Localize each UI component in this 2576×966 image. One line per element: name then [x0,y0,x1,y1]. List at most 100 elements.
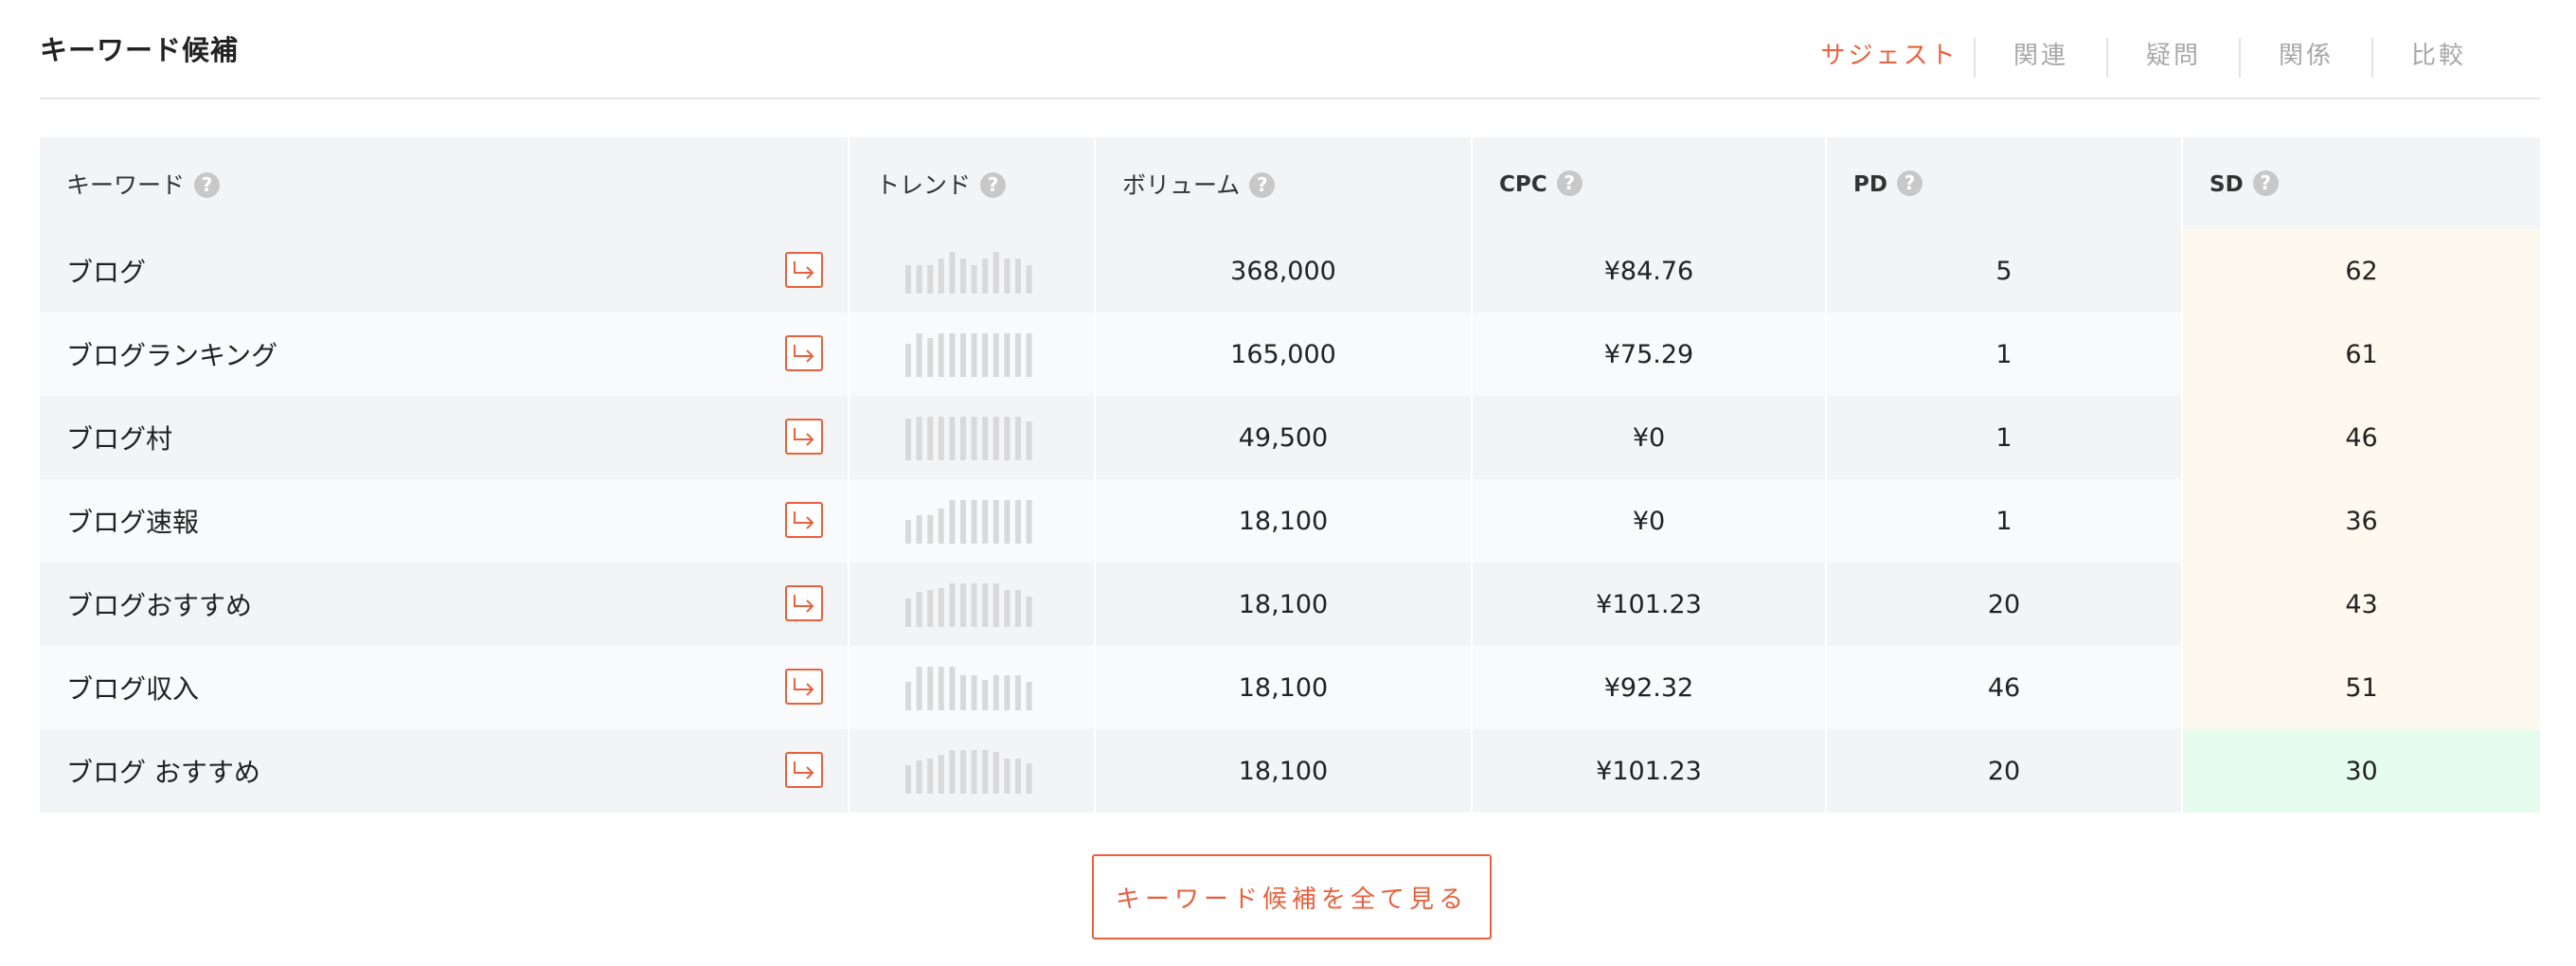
table-row: ブログ 368,000 ¥84.76 5 62 [40,229,2540,313]
trend-cell [849,313,1096,396]
trend-bar [949,417,956,460]
trend-bar [916,760,922,794]
trend-bar [905,765,911,794]
trend-bar [1015,759,1021,794]
sd-cell: 62 [2182,229,2540,313]
arrow-turn-right-icon[interactable] [785,669,823,705]
cpc-cell: ¥0 [1472,479,1827,563]
trend-bar [1004,675,1011,710]
trend-bar [927,590,934,627]
trend-bar [1004,333,1011,377]
trend-bar [1026,265,1032,294]
trend-bar [993,417,999,460]
table-row: ブログランキング 165,000 ¥75.29 1 61 [40,313,2540,396]
cpc-cell: ¥101.23 [1472,729,1827,813]
trend-bar [1015,333,1021,377]
trend-bar [1004,500,1011,544]
trend-bar [971,675,977,710]
volume-cell: 18,100 [1095,563,1473,646]
trend-sparkline [905,333,1032,377]
trend-bar [993,252,999,294]
tab-relations[interactable]: 関係 [2239,38,2371,78]
cpc-cell: ¥92.32 [1472,646,1827,729]
pd-cell: 1 [1826,479,2183,563]
trend-bar [1026,421,1032,460]
keyword-text[interactable]: ブログ [66,257,146,288]
keyword-text[interactable]: ブログ収入 [66,673,199,705]
tab-compare[interactable]: 比較 [2371,38,2504,78]
help-icon[interactable]: ? [2252,170,2279,196]
volume-cell: 368,000 [1095,229,1473,313]
col-header-trend: トレンド? [849,137,1096,229]
trend-bar [1015,500,1021,544]
arrow-turn-right-icon[interactable] [785,585,823,621]
volume-cell: 49,500 [1095,396,1473,479]
trend-bar [938,333,944,377]
tab-related[interactable]: 関連 [1974,38,2106,78]
trend-cell [849,563,1096,646]
keyword-text[interactable]: ブログおすすめ [66,590,252,621]
tab-suggest[interactable]: サジェスト [1805,38,1974,78]
trend-bar [916,515,922,544]
arrow-turn-right-icon[interactable] [785,752,823,788]
help-icon[interactable]: ? [1896,170,1923,196]
help-icon[interactable]: ? [1556,170,1583,196]
trend-bar [982,417,989,460]
trend-bar [938,259,944,294]
col-header-pd: PD? [1826,137,2183,229]
table-row: ブログ村 49,500 ¥0 1 46 [40,396,2540,479]
table-row: ブログおすすめ 18,100 ¥101.23 20 43 [40,563,2540,646]
trend-bar [993,752,999,794]
col-header-label: CPC [1499,171,1547,197]
trend-bar [905,265,911,294]
trend-bar [916,265,922,294]
col-header-label: SD [2209,171,2244,197]
trend-bar [1004,590,1011,627]
view-all-keywords-button[interactable]: キーワード候補を全て見る [1092,854,1492,939]
keyword-text[interactable]: ブログ村 [66,423,172,455]
help-icon[interactable]: ? [1249,171,1276,198]
help-icon[interactable]: ? [194,171,221,198]
keyword-text[interactable]: ブログランキング [66,340,277,371]
keyword-cell: ブログ収入 [40,646,850,729]
keyword-suggestions-panel: キーワード候補 サジェスト 関連 疑問 関係 比較 キーワード? トレンド? ボ… [0,0,2576,966]
trend-bar [949,750,956,794]
tab-questions[interactable]: 疑問 [2106,38,2239,78]
arrow-turn-right-icon[interactable] [785,252,823,288]
trend-bar [1026,682,1032,710]
trend-bar [960,500,966,544]
keyword-text[interactable]: ブログ おすすめ [66,757,260,788]
pd-cell: 46 [1826,646,2183,729]
col-header-label: トレンド [876,170,972,199]
keyword-text[interactable]: ブログ速報 [66,507,199,538]
help-icon[interactable]: ? [980,171,1007,198]
trend-bar [982,680,989,710]
trend-bar [993,500,999,544]
trend-bar [949,500,956,544]
trend-bar [938,755,944,794]
arrow-turn-right-icon[interactable] [785,335,823,371]
trend-bar [971,750,977,794]
trend-bar [982,259,989,294]
trend-bar [916,592,922,627]
trend-bar [1004,417,1011,460]
trend-bar [927,265,934,294]
trend-bar [1026,333,1032,377]
trend-bar [938,588,944,627]
trend-bar [927,667,934,710]
trend-bar [938,509,944,544]
trend-sparkline [905,500,1032,544]
trend-bar [1026,500,1032,544]
trend-bar [938,417,944,460]
tab-bar: サジェスト 関連 疑問 関係 比較 [1805,38,2504,78]
arrow-turn-right-icon[interactable] [785,419,823,455]
cpc-cell: ¥75.29 [1472,313,1827,396]
arrow-turn-right-icon[interactable] [785,502,823,538]
trend-bar [982,500,989,544]
trend-bar [949,252,956,294]
keyword-cell: ブログ おすすめ [40,729,850,813]
table-header-row: キーワード? トレンド? ボリューム? CPC? PD? SD? [40,137,2540,229]
trend-cell [849,646,1096,729]
sd-cell: 46 [2182,396,2540,479]
col-header-label: キーワード [66,170,186,199]
